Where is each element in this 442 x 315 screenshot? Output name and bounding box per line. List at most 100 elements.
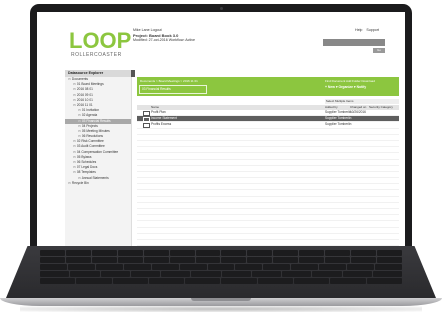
key [294,278,330,284]
key [325,257,351,263]
key [95,264,123,270]
key [366,278,402,284]
key [161,271,191,277]
sidebar-item-label: 01 Board Meetings [76,82,104,87]
sidebar-item-label: 06 Schedules [76,160,97,164]
key [263,264,291,270]
app-tagline: ROLLERCOASTER [71,52,122,58]
key [123,264,151,270]
sidebar-item-label: 03 Financial Results [81,118,111,123]
support-link[interactable]: Support [366,28,379,32]
tab-bar: FilesFoldersMessagesCalendarMembersWorkf… [137,70,399,85]
laptop: LOOP ROLLERCOASTER Mike Lane Logout Proj… [0,0,442,315]
project-info: Mike Lane Logout Project: Board Book 3.0… [133,28,253,43]
key [257,278,294,284]
datasource-explorer: Datasource Explorer ▭ Documents ▭ 01 Boar… [65,70,132,246]
collapse-sidebar-button[interactable] [131,70,135,77]
app-logo[interactable]: LOOP [69,30,131,52]
key [299,257,325,263]
sidebar-item-label: 2016 11 01 [76,102,93,107]
key [67,264,95,270]
key [312,271,342,277]
key [342,271,372,277]
key [221,271,251,277]
sidebar-item-label: 06 Resolutions [81,134,103,139]
key [376,257,402,263]
screen: LOOP ROLLERCOASTER Mike Lane Logout Proj… [37,12,405,246]
cell-name: Profit Plan [151,110,166,114]
cell-added-by: Supplier Tomberlin [325,122,352,127]
sidebar-item-label: 02 Risk Committee [76,139,104,144]
sidebar-item-label: 07 Legal Docs [76,165,98,170]
top-links: Help Support [355,28,379,32]
sidebar-item-label: 2016 10 01 [76,97,93,102]
key [376,250,402,256]
key [319,264,347,270]
key [235,264,263,270]
key [351,257,376,263]
keyboard [40,250,402,286]
key [100,271,130,277]
key [247,250,273,256]
key [207,264,235,270]
sidebar-item-label: Recycle Bin [71,180,89,185]
sidebar-item[interactable]: ▭ Recycle Bin [65,181,131,186]
key [143,257,169,263]
key [151,264,179,270]
sidebar-item-label: 01 Invitation [81,108,100,113]
key [148,278,185,284]
key [76,278,112,284]
key [40,278,76,284]
sidebar-tree: ▭ Documents ▭ 01 Board Meetings ▭ 2016 08 … [65,77,131,186]
key [130,271,160,277]
webcam-icon [219,7,223,10]
sidebar-item-label: 2016 08 01 [76,87,93,92]
search-button[interactable]: Go [373,48,385,53]
grid-body: Profit Plan Supplier Tomberlin 10/26/2016 I… [137,110,399,246]
keyboard-row [40,257,402,263]
key [40,264,67,270]
key [91,257,117,263]
keyboard-row [40,264,402,270]
empty-row [137,240,399,246]
sidebar-item-label: 03 Audit Committee [76,144,105,149]
key [40,271,70,277]
sidebar-item-label: 05 Meeting Minutes [81,128,110,133]
key [65,257,91,263]
key [191,271,221,277]
sidebar-title[interactable]: Datasource Explorer [65,70,131,77]
sidebar-item-label: 04 Compensation Committee [76,149,119,154]
cell-name: Profits Excess [151,122,172,127]
current-folder: 03 Financial Results [139,85,207,94]
key [351,250,376,256]
key [143,250,169,256]
sidebar-item-label: 04 Projects [81,123,98,128]
key [221,257,247,263]
key [195,250,221,256]
key [291,264,319,270]
breadcrumb[interactable]: Documents > Board Meetings > 2016 11 01 [140,79,198,83]
cell-added-by: Supplier Tomberlin [325,110,352,114]
key [195,257,221,263]
key [325,250,351,256]
folder-actions[interactable]: + New ▾ Organize ▾ Notify [325,85,366,89]
key [70,271,100,277]
sidebar-item-label: 2016 09 01 [76,92,93,97]
keyboard-row [40,278,402,284]
help-link[interactable]: Help [355,28,362,32]
folder-links[interactable]: Find Document Add Folder Download [325,79,375,83]
key [40,250,65,256]
lid-notch [191,298,251,301]
search-input[interactable] [323,39,385,46]
select-multiple-items[interactable]: Select Multiple Items [325,99,399,104]
keyboard-row [40,271,402,277]
keyboard-row [40,250,402,256]
key [221,278,257,284]
sidebar-item-label: Annual Statements [81,175,109,180]
key [273,257,299,263]
sidebar-item-label: Documents [71,77,89,81]
key [65,250,91,256]
key [299,250,325,256]
key [169,250,195,256]
cell-added-by: Supplier Tomberlin [325,116,352,121]
